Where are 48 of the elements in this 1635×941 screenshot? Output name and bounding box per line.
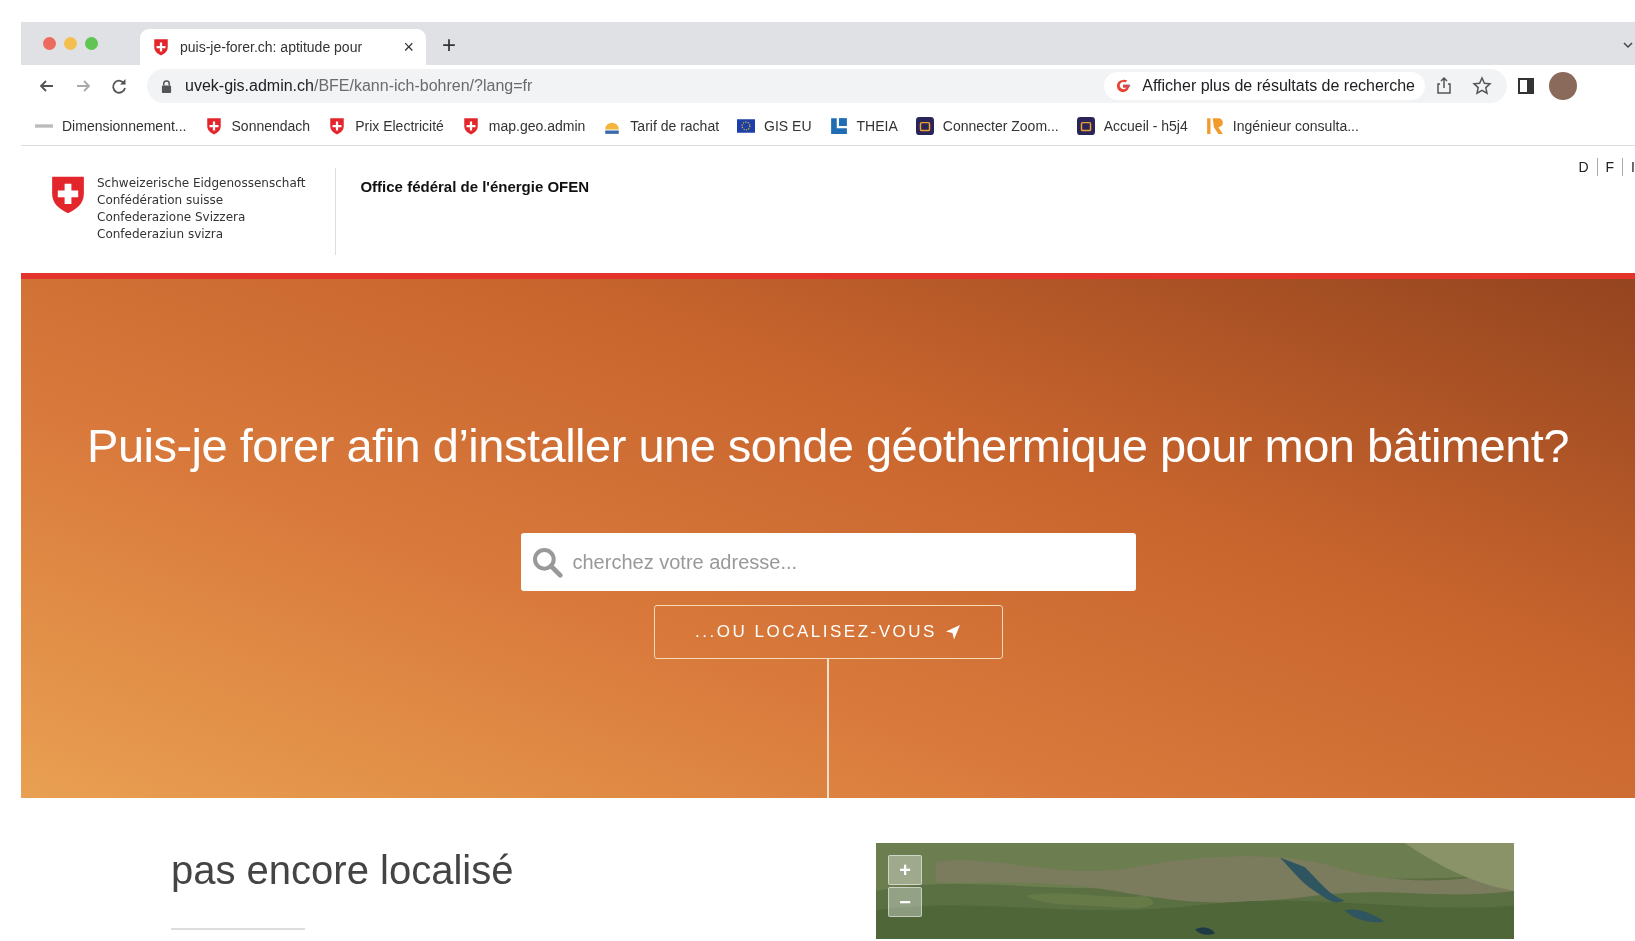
federation-name: Confederazione Svizzera [97,209,247,226]
chevron-down-icon[interactable] [1623,40,1633,50]
shield-icon [204,117,223,135]
bookmark[interactable]: GIS EU [737,117,812,135]
bookmark[interactable]: Tarif de rachat [603,117,720,135]
office-name: Office fédéral de l'énergie OFEN [359,177,590,195]
app-icon [1076,117,1095,135]
address-bar[interactable]: uvek-gis.admin.ch/BFE/kann-ich-bohren/?lang=fr Afficher plus de résultats de recherche [147,69,1507,103]
swiss-shield-icon [51,175,85,215]
bookmark[interactable]: Connecter Zoom... [915,117,1059,135]
star-icon[interactable] [1472,76,1492,96]
bookmark[interactable]: Ingénieur consulta... [1205,117,1359,135]
search-icon [530,546,563,578]
app-icon [915,117,934,135]
bookmark[interactable]: Accueil - h5j4 [1076,117,1188,135]
federation-name: Schweizerische Eidgenossenschaft [97,175,306,192]
bookmark[interactable]: Dimensionnement... [35,118,187,134]
shield-icon [328,117,347,135]
search-suggestion-chip[interactable]: Afficher plus de résultats de recherche [1104,72,1425,100]
hero-title: Puis-je forer afin d’installer une sonde géothermique pour mon bâtiment? [87,418,1569,473]
bar-icon [35,124,53,128]
address-search-field[interactable]: cherchez votre adresse... [520,533,1136,591]
side-panel-icon[interactable] [1516,76,1536,96]
shield-icon [152,38,170,56]
new-tab-button[interactable]: + [442,31,456,59]
bookmark[interactable]: map.geo.admin [461,117,586,135]
share-icon[interactable] [1434,76,1454,96]
google-icon [1114,77,1133,95]
language-link[interactable]: D [1578,159,1589,175]
shield-icon [461,117,480,135]
bookmark[interactable]: THEIA [829,117,898,135]
federation-name: Confederaziun svizra [97,226,225,243]
flag-icon [737,117,756,135]
reload-icon[interactable] [109,76,129,96]
browser-tab[interactable]: puis-je-forer.ch: aptitude pour × [140,29,426,65]
federation-name: Confédération suisse [97,192,225,209]
bookmark[interactable]: Prix Electricité [328,117,444,135]
url-text: uvek-gis.admin.ch/BFE/kann-ich-bohren/?lang=fr [185,77,534,95]
close-tab-button[interactable]: × [403,36,414,58]
location-arrow-icon [944,624,961,640]
language-link[interactable]: I [1631,159,1635,175]
bookmark[interactable]: Sonnendach [204,117,311,135]
lock-icon [161,79,172,93]
language-link[interactable]: F [1605,159,1615,175]
location-status: pas encore localisé [171,848,515,893]
l-shape-icon [829,117,848,135]
profile-avatar[interactable] [1549,72,1577,100]
r-shape-icon [1205,117,1224,135]
